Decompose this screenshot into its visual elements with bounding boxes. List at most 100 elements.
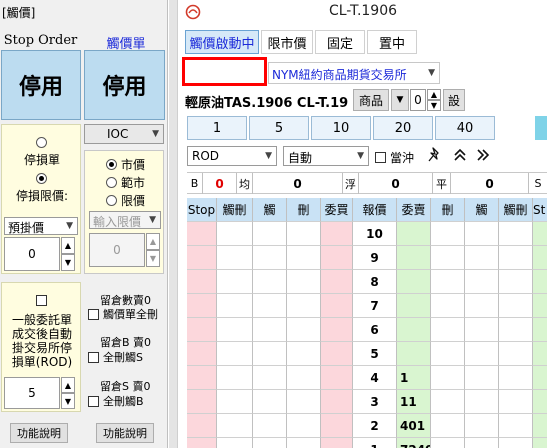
ladder-cell-touch-del[interactable] [217, 414, 253, 438]
product-dropdown[interactable]: ▼ [391, 89, 409, 111]
ladder-cell-buy[interactable] [321, 246, 353, 270]
ladder-cell-stop[interactable] [187, 390, 217, 414]
ladder-cell-del-right[interactable] [431, 294, 465, 318]
spin-down-icon[interactable]: ▼ [61, 393, 75, 409]
ladder-cell-touch-del[interactable] [217, 294, 253, 318]
ladder-cell-stop-right[interactable] [533, 318, 547, 342]
ladder-cell-del-right[interactable] [431, 390, 465, 414]
ladder-cell-stop-right[interactable] [533, 342, 547, 366]
exchange-select[interactable]: NYM紐約商品期貨交易所 ▼ [268, 62, 440, 84]
tab-limit-market[interactable]: 限市價 [261, 30, 313, 54]
ladder-cell-touch-del[interactable] [217, 246, 253, 270]
ladder-cell-touch-right[interactable] [465, 414, 499, 438]
ladder-cell-touch-right[interactable] [465, 294, 499, 318]
ladder-cell-touch[interactable] [253, 342, 287, 366]
ladder-cell-del-right[interactable] [431, 414, 465, 438]
ladder-cell-del[interactable] [287, 438, 321, 448]
radio-range-market[interactable]: 範市 [106, 174, 145, 191]
ladder-cell-sell[interactable]: 7240 [397, 438, 431, 448]
ladder-cell-stop-right[interactable] [533, 246, 547, 270]
preset-price-select[interactable]: 預掛價 ▼ [4, 217, 78, 235]
qty-button-20[interactable]: 20 [373, 116, 433, 140]
ladder-cell-touch-right[interactable] [465, 270, 499, 294]
ladder-cell-price[interactable]: 1 [353, 438, 397, 448]
radio-market[interactable]: 市價 [106, 156, 145, 173]
ladder-cell-touch-del-right[interactable] [499, 390, 533, 414]
help-button-right[interactable]: 功能說明 [96, 423, 154, 443]
ladder-cell-price[interactable]: 8 [353, 270, 397, 294]
ladder-cell-price[interactable]: 2 [353, 414, 397, 438]
ladder-cell-price[interactable]: 5 [353, 342, 397, 366]
ladder-cell-stop[interactable] [187, 438, 217, 448]
delete-all-touch-b[interactable]: 全刪觸B [88, 393, 144, 409]
ladder-cell-buy[interactable] [321, 390, 353, 414]
limit-value-input[interactable]: 0 [89, 233, 145, 267]
highlight-box[interactable] [182, 57, 267, 86]
ladder-cell-stop-right[interactable] [533, 366, 547, 390]
ladder-cell-touch-right[interactable] [465, 366, 499, 390]
help-button-left[interactable]: 功能說明 [10, 423, 68, 443]
ladder-cell-touch-del-right[interactable] [499, 438, 533, 448]
product-button[interactable]: 商品 [353, 89, 389, 111]
ladder-cell-del[interactable] [287, 342, 321, 366]
ladder-cell-touch[interactable] [253, 246, 287, 270]
spin-up-icon[interactable]: ▲ [61, 377, 75, 393]
ladder-cell-touch-del[interactable] [217, 222, 253, 246]
ladder-cell-touch-del-right[interactable] [499, 222, 533, 246]
touch-all-delete[interactable]: 觸價單全刪 [88, 306, 158, 322]
ladder-cell-touch-right[interactable] [465, 222, 499, 246]
ladder-cell-price[interactable]: 7 [353, 294, 397, 318]
product-qty-input[interactable]: 0 [410, 89, 426, 111]
ladder-cell-stop-right[interactable] [533, 438, 547, 448]
left-qty-input[interactable]: 5 [4, 377, 60, 409]
ladder-cell-del[interactable] [287, 366, 321, 390]
ladder-cell-touch-del-right[interactable] [499, 270, 533, 294]
ladder-cell-touch-del[interactable] [217, 366, 253, 390]
ladder-cell-touch-right[interactable] [465, 390, 499, 414]
ladder-cell-sell[interactable] [397, 294, 431, 318]
ladder-cell-touch-right[interactable] [465, 342, 499, 366]
ladder-cell-del-right[interactable] [431, 318, 465, 342]
radio-limit[interactable]: 限價 [106, 192, 145, 209]
ladder-cell-touch[interactable] [253, 414, 287, 438]
ladder-cell-touch-del[interactable] [217, 270, 253, 294]
ladder-cell-sell[interactable] [397, 270, 431, 294]
preset-value-input[interactable]: 0 [4, 237, 60, 271]
tif-select[interactable]: IOC ▼ [84, 124, 164, 144]
panel-splitter[interactable] [169, 0, 178, 448]
stop-radio-2[interactable] [36, 173, 47, 187]
qty-button-1[interactable]: 1 [187, 116, 247, 140]
ladder-cell-touch-del-right[interactable] [499, 366, 533, 390]
tab-touch-active[interactable]: 觸價啟動中 [185, 30, 259, 54]
tab-center[interactable]: 置中 [367, 30, 417, 54]
ladder-cell-touch-right[interactable] [465, 246, 499, 270]
ladder-cell-stop-right[interactable] [533, 270, 547, 294]
ladder-cell-sell[interactable] [397, 318, 431, 342]
ladder-cell-del-right[interactable] [431, 438, 465, 448]
ladder-cell-stop[interactable] [187, 270, 217, 294]
ladder-cell-sell[interactable]: 11 [397, 390, 431, 414]
ladder-cell-price[interactable]: 10 [353, 222, 397, 246]
ladder-cell-del[interactable] [287, 414, 321, 438]
spin-down-icon[interactable]: ▼ [146, 250, 160, 267]
ladder-cell-stop[interactable] [187, 246, 217, 270]
ladder-cell-del[interactable] [287, 270, 321, 294]
ladder-cell-stop-right[interactable] [533, 390, 547, 414]
ladder-cell-buy[interactable] [321, 438, 353, 448]
qty-button-40[interactable]: 40 [435, 116, 495, 140]
ladder-cell-buy[interactable] [321, 270, 353, 294]
ladder-cell-del-right[interactable] [431, 246, 465, 270]
ladder-cell-sell[interactable] [397, 246, 431, 270]
ladder-cell-del[interactable] [287, 246, 321, 270]
ladder-cell-stop[interactable] [187, 414, 217, 438]
ladder-cell-del[interactable] [287, 294, 321, 318]
ladder-cell-del-right[interactable] [431, 342, 465, 366]
ladder-cell-touch[interactable] [253, 222, 287, 246]
day-trade-checkbox[interactable]: 當沖 [375, 149, 414, 166]
ladder-cell-buy[interactable] [321, 342, 353, 366]
pin-icon[interactable] [427, 147, 443, 163]
spin-up-icon[interactable]: ▲ [146, 233, 160, 250]
ladder-cell-sell[interactable] [397, 342, 431, 366]
ladder-cell-buy[interactable] [321, 294, 353, 318]
spin-down-icon[interactable]: ▼ [61, 254, 75, 271]
